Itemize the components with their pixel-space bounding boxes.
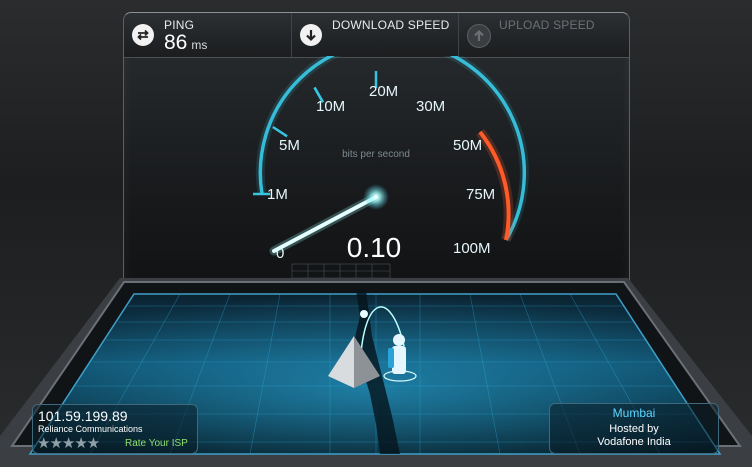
- tick-label-50m: 50M: [453, 137, 482, 154]
- isp-info-panel: 101.59.199.89 Reliance Communications ★★…: [32, 404, 198, 454]
- tick-1m: [272, 125, 288, 138]
- arrow-up-icon: [467, 24, 491, 48]
- tick-label-10m: 10M: [316, 98, 345, 115]
- tick-label-100m: 100M: [453, 240, 491, 257]
- server-city: Mumbai: [612, 406, 656, 420]
- server-info-panel[interactable]: Mumbai Hosted by Vodafone India: [549, 403, 719, 454]
- ping-label: PING: [164, 18, 195, 32]
- isp-name: Reliance Communications: [38, 424, 143, 434]
- download-speed-result: DOWNLOAD SPEED: [292, 13, 459, 57]
- upload-speed-label: UPLOAD SPEED: [499, 18, 595, 32]
- ping-value: 86 ms: [164, 31, 208, 54]
- arrow-down-icon: [300, 24, 322, 46]
- download-speed-label: DOWNLOAD SPEED: [332, 18, 450, 32]
- tick-label-1m: 1M: [267, 186, 288, 203]
- server-host: Hosted by Vodafone India: [597, 423, 671, 448]
- result-header: PING 86 ms DOWNLOAD SPEED UPLOAD SPEED: [124, 13, 629, 58]
- tick-label-75m: 75M: [466, 186, 495, 203]
- speed-reading: 0.10: [347, 232, 402, 263]
- needle-hub-glow: [363, 184, 389, 210]
- rate-isp-link[interactable]: Rate Your ISP: [125, 438, 188, 449]
- speed-gauge: 0 1M 5M 10M 20M 30M 50M 75M 100M bits pe…: [253, 56, 529, 286]
- tick-label-20m: 20M: [369, 83, 398, 100]
- isp-rating-stars[interactable]: ★★★★★: [37, 434, 100, 452]
- ping-result: PING 86 ms: [124, 13, 292, 57]
- tick-label-30m: 30M: [416, 98, 445, 115]
- upload-speed-result: UPLOAD SPEED: [459, 13, 629, 57]
- tick-label-5m: 5M: [279, 137, 300, 154]
- gauge-unit-label: bits per second: [342, 149, 410, 160]
- ip-address: 101.59.199.89: [38, 408, 128, 424]
- ping-icon: [132, 24, 154, 46]
